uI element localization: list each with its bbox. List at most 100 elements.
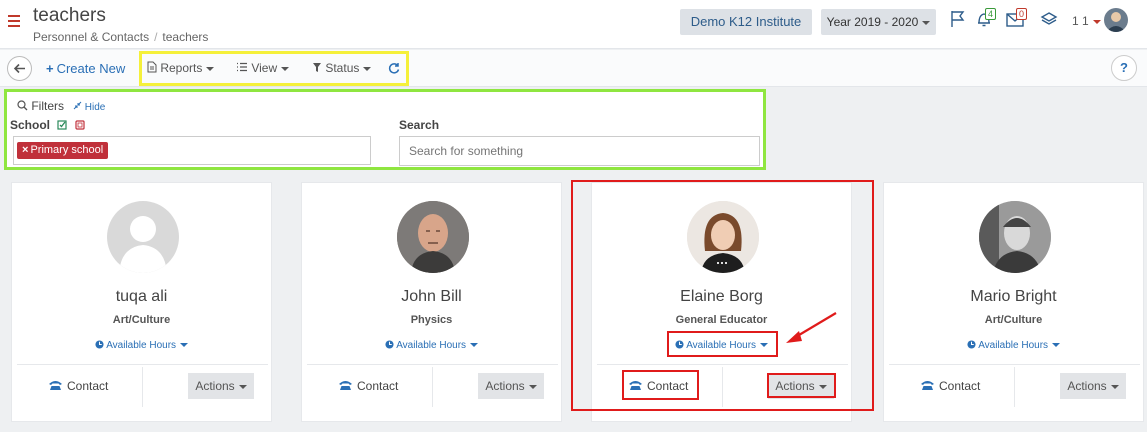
teacher-subject: Physics [410,314,453,326]
avatar [397,201,469,273]
status-label: Status [325,61,360,75]
clock-icon [95,340,104,349]
breadcrumb: Personnel & Contacts / teachers [33,30,209,44]
teacher-name: tuqa ali [115,288,168,305]
school-label-text: School [10,118,51,132]
chevron-down-icon [528,384,537,389]
highlight-box-hours [667,331,778,357]
teacher-name: Mario Bright [970,288,1057,305]
filters-label: Filters [31,99,65,113]
breadcrumb-item-personnel[interactable]: Personnel & Contacts [33,30,149,44]
institute-button[interactable]: Demo K12 Institute [680,9,812,35]
search-input[interactable] [399,136,760,166]
available-hours-dropdown[interactable]: Available Hours [302,340,561,351]
avatar[interactable] [1104,8,1128,32]
chevron-down-icon [363,66,372,71]
user-id[interactable]: 1 1 [1072,14,1101,28]
divider [307,364,558,365]
filters-panel: Filters Hide School Search × Primary scho… [4,89,766,170]
document-icon [147,61,157,73]
view-dropdown[interactable]: View [236,61,290,75]
school-tag[interactable]: × Primary school [17,142,109,159]
filter-icon [313,63,321,72]
notification-badge: 4 [985,8,997,20]
actions-label: Actions [485,379,525,393]
contact-button[interactable]: Contact [920,379,980,393]
uncheck-square-icon[interactable] [75,120,85,130]
school-select[interactable]: × Primary school [13,136,371,165]
divider [432,367,433,407]
contact-button[interactable]: Contact [48,379,108,393]
actions-button[interactable]: Actions [188,373,254,399]
phone-icon [49,381,62,390]
school-label: School [10,118,85,132]
flag-icon[interactable] [950,10,966,28]
available-hours-dropdown[interactable]: Available Hours [884,340,1143,351]
teacher-name: John Bill [401,288,462,305]
available-hours-label: Available Hours [396,340,467,351]
chevron-down-icon [1092,19,1101,24]
reports-dropdown[interactable]: Reports [147,61,215,75]
back-button[interactable] [7,56,32,81]
layers-icon[interactable] [1040,10,1058,28]
school-tag-label: Primary school [30,144,104,156]
status-dropdown[interactable]: Status [312,61,372,75]
search-label: Search [399,118,440,132]
chevron-down-icon [1052,343,1061,348]
teacher-card: Mario Bright Art/Culture Available Hours… [883,182,1144,422]
year-label: Year 2019 - 2020 [826,15,919,29]
page-title: teachers [33,5,106,26]
available-hours-label: Available Hours [978,340,1049,351]
view-label: View [251,61,278,75]
filters-title: Filters [17,99,64,113]
chevron-down-icon [238,384,247,389]
avatar [979,201,1051,273]
chevron-down-icon [180,343,189,348]
actions-label: Actions [1067,379,1107,393]
teacher-card: tuqa ali Art/Culture Available Hours Con… [11,182,272,422]
search-icon [17,100,28,111]
chevron-down-icon [1110,384,1119,389]
divider [889,364,1140,365]
chevron-down-icon [470,343,479,348]
actions-button[interactable]: Actions [478,373,544,399]
menu-icon[interactable] [8,15,20,27]
refresh-icon[interactable] [388,62,400,74]
clock-icon [385,340,394,349]
user-id-label: 1 1 [1072,14,1089,28]
contact-label: Contact [357,379,399,393]
avatar [107,201,179,273]
available-hours-label: Available Hours [106,340,177,351]
year-selector[interactable]: Year 2019 - 2020 [821,9,936,35]
create-new-label: Create New [56,61,126,76]
toolbar: + Create New Reports View Status ? [0,50,1147,87]
chevron-down-icon [922,20,931,25]
phone-icon [339,381,352,390]
highlight-box-actions [767,373,836,398]
contact-button[interactable]: Contact [338,379,398,393]
contact-label: Contact [939,379,981,393]
help-button[interactable]: ? [1111,55,1137,81]
message-badge: 0 [1016,8,1028,20]
divider [17,364,268,365]
available-hours-dropdown[interactable]: Available Hours [12,340,271,351]
hide-filters-link[interactable]: Hide [73,101,105,113]
check-square-icon[interactable] [57,120,67,130]
annotation-arrow-icon [786,312,837,343]
actions-button[interactable]: Actions [1060,373,1126,399]
remove-tag-icon[interactable]: × [22,144,28,156]
plus-icon: + [46,61,54,76]
top-header: teachers Personnel & Contacts / teachers D… [0,0,1147,49]
actions-label: Actions [195,379,235,393]
chevron-down-icon [281,66,290,71]
create-new-button[interactable]: + Create New [46,61,125,76]
clock-icon [967,340,976,349]
teacher-subject: Art/Culture [112,314,171,326]
hide-label: Hide [84,102,106,113]
contact-label: Contact [67,379,109,393]
teacher-subject: Art/Culture [984,314,1043,326]
arrow-left-icon [13,63,25,74]
compress-icon [73,101,82,110]
highlight-box-contact [622,370,699,400]
phone-icon [921,381,934,390]
